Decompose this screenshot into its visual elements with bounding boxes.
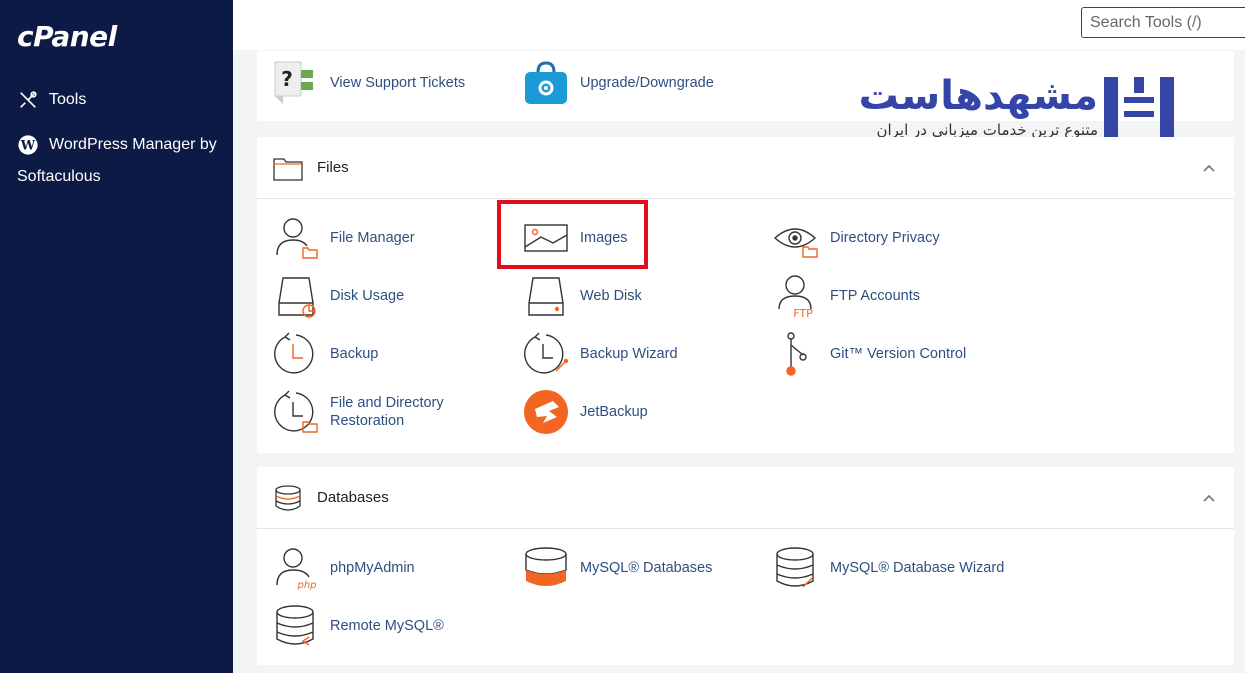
file-directory-restoration-link[interactable]: File and Directory Restoration <box>273 389 470 435</box>
mysql-database-wizard-link[interactable]: MySQL® Database Wizard <box>773 545 1004 591</box>
chevron-up-icon[interactable] <box>1202 161 1216 175</box>
databases-section: Databases php phpMyAdmin MySQL® Database… <box>257 467 1234 665</box>
item-label: View Support Tickets <box>330 75 466 91</box>
top-bar <box>233 0 1245 50</box>
item-label: JetBackup <box>580 404 648 420</box>
sidebar-item-label: WordPress Manager by Softaculous <box>17 136 217 185</box>
mysql-databases-icon <box>523 545 569 591</box>
images-icon <box>523 215 569 261</box>
git-icon <box>773 331 819 377</box>
backup-wizard-link[interactable]: Backup Wizard <box>523 331 678 377</box>
backup-icon <box>273 331 319 377</box>
item-label: Git™ Version Control <box>830 346 967 362</box>
directory-privacy-link[interactable]: Directory Privacy <box>773 215 940 261</box>
phpmyadmin-link[interactable]: php phpMyAdmin <box>273 545 415 591</box>
item-label: Images <box>580 230 628 246</box>
item-label: MySQL® Database Wizard <box>830 560 1005 576</box>
sidebar-item-tools[interactable]: Tools <box>17 84 86 116</box>
support-tickets-icon: ? <box>273 60 319 106</box>
view-support-tickets-link[interactable]: ? View Support Tickets <box>273 60 465 106</box>
restoration-icon <box>273 389 319 435</box>
item-label: Directory Privacy <box>830 230 940 246</box>
git-version-control-link[interactable]: Git™ Version Control <box>773 331 966 377</box>
backup-wizard-icon <box>523 331 569 377</box>
ftp-accounts-icon: FTP <box>773 273 819 319</box>
item-label: phpMyAdmin <box>330 560 415 576</box>
item-label: Upgrade/Downgrade <box>580 75 714 91</box>
file-manager-icon <box>273 215 319 261</box>
remote-mysql-link[interactable]: Remote MySQL® <box>273 603 444 649</box>
files-section: Files File Manager Images Directory Priv… <box>257 137 1234 453</box>
disk-usage-link[interactable]: Disk Usage <box>273 273 404 319</box>
section-title: Databases <box>317 489 389 506</box>
mysql-wizard-icon <box>773 545 819 591</box>
item-label: FTP Accounts <box>830 288 920 304</box>
folder-icon <box>273 157 303 181</box>
item-label: Disk Usage <box>330 288 405 304</box>
sidebar: cPanel Tools W WordPress Manager by Soft… <box>0 0 233 673</box>
web-disk-link[interactable]: Web Disk <box>523 273 642 319</box>
svg-text:php: php <box>296 580 316 591</box>
brand-logo-icon <box>1104 77 1174 143</box>
jetbackup-icon <box>523 389 569 435</box>
item-label: Backup Wizard <box>580 346 678 362</box>
ftp-accounts-link[interactable]: FTP FTP Accounts <box>773 273 920 319</box>
sidebar-item-label: Tools <box>49 91 87 108</box>
database-icon <box>275 484 301 511</box>
item-label: Backup <box>330 346 379 362</box>
backup-link[interactable]: Backup <box>273 331 378 377</box>
files-header[interactable]: Files <box>257 137 1234 199</box>
web-disk-icon <box>523 273 569 319</box>
brand-name: مشهدهاست <box>858 73 1098 119</box>
images-link[interactable]: Images <box>523 215 628 261</box>
item-label: Remote MySQL® <box>330 618 444 634</box>
remote-mysql-icon <box>273 603 319 649</box>
search-input[interactable] <box>1081 7 1245 38</box>
item-label: File Manager <box>330 230 415 246</box>
tools-icon <box>20 91 37 108</box>
upgrade-bag-icon <box>523 60 569 106</box>
phpmyadmin-icon: php <box>273 545 319 591</box>
file-manager-link[interactable]: File Manager <box>273 215 415 261</box>
databases-header[interactable]: Databases <box>257 467 1234 529</box>
item-label: Web Disk <box>580 288 642 304</box>
svg-text:FTP: FTP <box>793 307 813 319</box>
upgrade-downgrade-link[interactable]: Upgrade/Downgrade <box>523 60 714 106</box>
chevron-up-icon[interactable] <box>1202 491 1216 505</box>
jetbackup-link[interactable]: JetBackup <box>523 389 648 435</box>
disk-usage-icon <box>273 273 319 319</box>
directory-privacy-icon <box>773 215 819 261</box>
section-title: Files <box>317 159 349 176</box>
cpanel-logo[interactable]: cPanel <box>17 20 117 53</box>
mysql-databases-link[interactable]: MySQL® Databases <box>523 545 712 591</box>
item-label: File and Directory Restoration <box>330 395 444 429</box>
sidebar-item-wordpress[interactable]: W WordPress Manager by Softaculous <box>17 129 227 193</box>
svg-text:?: ? <box>281 67 293 91</box>
item-label: MySQL® Databases <box>580 560 713 576</box>
